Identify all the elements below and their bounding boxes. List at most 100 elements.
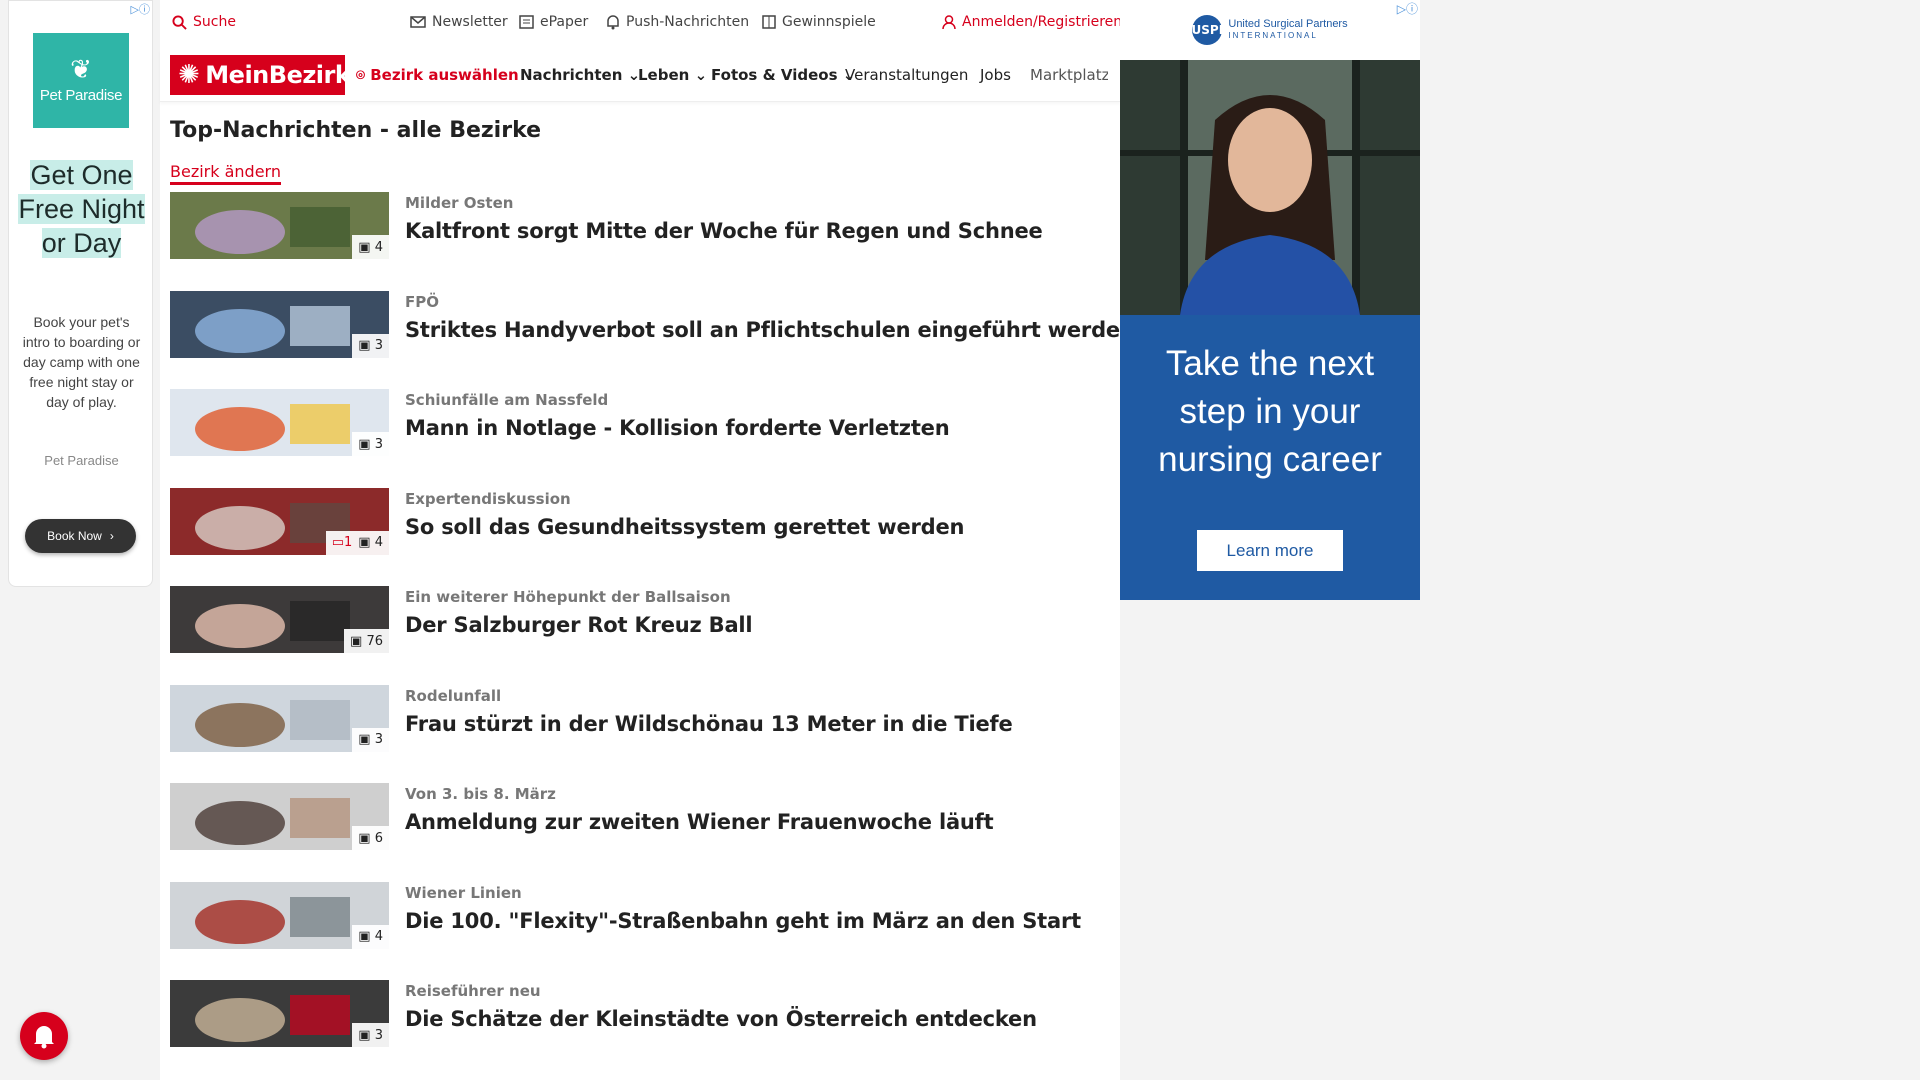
image-count: ▣ 3 <box>358 436 383 452</box>
push-label: Push-Nachrichten <box>626 14 750 30</box>
epaper-link[interactable]: ePaper <box>519 14 588 30</box>
comment-icon: ▭ <box>331 535 344 550</box>
newsletter-link[interactable]: Newsletter <box>410 14 508 30</box>
article-title[interactable]: Die 100. "Flexity"-Straßenbahn geht im M… <box>405 909 1081 933</box>
notification-bell-button[interactable] <box>20 1012 68 1060</box>
book-now-button[interactable]: Book Now › <box>25 519 136 553</box>
article-item[interactable]: ▣ 3 Schiunfälle am Nassfeld Mann in Notl… <box>170 389 1110 457</box>
book-now-label: Book Now <box>47 529 102 543</box>
media-count-badge: ▣ 4 <box>352 924 389 949</box>
bell-icon <box>34 1026 54 1049</box>
article-thumbnail[interactable]: ▣ 3 <box>170 980 389 1047</box>
article-thumbnail[interactable]: ▣ 6 <box>170 783 389 850</box>
article-category: Rodelunfall <box>405 686 502 705</box>
bell-icon <box>607 14 619 29</box>
media-count-badge: ▣ 76 <box>344 629 389 653</box>
gallery-icon: ▣ <box>358 436 371 452</box>
right-ad-banner[interactable]: USPI United Surgical Partners INTERNATIO… <box>1120 0 1420 600</box>
article-thumbnail[interactable]: ▣ 76 <box>170 586 389 653</box>
epaper-label: ePaper <box>540 14 589 30</box>
article-item[interactable]: ▣ 3 FPÖ Striktes Handyverbot soll an Pfl… <box>170 290 1135 359</box>
utility-bar: Suche Newsletter ePaper Push-Nachrichten… <box>160 0 1122 46</box>
article-category: Schiunfälle am Nassfeld <box>405 391 609 409</box>
gallery-icon: ▣ <box>358 830 371 846</box>
search-link[interactable]: Suche <box>172 14 236 30</box>
sun-icon: ✺ <box>178 60 200 90</box>
image-count: ▣ 76 <box>350 633 383 649</box>
chevron-right-icon: › <box>109 529 114 543</box>
gallery-icon: ▣ <box>358 929 371 944</box>
main-column: Suche Newsletter ePaper Push-Nachrichten… <box>160 0 1135 1080</box>
login-label: Anmelden/Registrieren <box>962 14 1123 30</box>
article-item[interactable]: ▣ 4 Wiener Linien Die 100. "Flexity"-Str… <box>170 881 1110 950</box>
media-count-badge: ▣ 6 <box>352 826 389 850</box>
article-item[interactable]: ▣ 3 Rodelunfall Frau stürzt in der Wilds… <box>170 684 1110 753</box>
image-count: ▣ 3 <box>358 338 383 353</box>
article-title[interactable]: Anmeldung zur zweiten Wiener Frauenwoche… <box>405 810 994 834</box>
article-category: Expertendiskussion <box>405 489 571 508</box>
article-thumbnail[interactable]: ▣ 3 <box>170 389 389 456</box>
district-select[interactable]: ⌾ Bezirk auswählen <box>356 66 519 84</box>
gallery-icon: ▣ <box>358 732 371 747</box>
article-item[interactable]: ▣ 6 Von 3. bis 8. März Anmeldung zur zwe… <box>170 783 1110 851</box>
gallery-icon: ▣ <box>358 1027 371 1043</box>
nav-item-marktplatz[interactable]: Marktplatz <box>1030 66 1108 84</box>
article-thumbnail[interactable]: ▣ 3 <box>170 684 389 752</box>
uspi-logo: USPI United Surgical Partners INTERNATIO… <box>1120 0 1420 60</box>
article-item[interactable]: ▣ 76 Ein weiterer Höhepunkt der Ballsais… <box>170 586 1110 654</box>
left-ad-banner[interactable]: ▷ⓘ ❦ Pet Paradise Get One Free Night or … <box>8 0 153 587</box>
gallery-icon: ▣ <box>358 535 371 550</box>
media-count-badge: ▭1 ▣ 4 <box>325 530 389 555</box>
media-count-badge: ▣ 3 <box>352 727 389 752</box>
article-title[interactable]: Frau stürzt in der Wildschönau 13 Meter … <box>405 712 1013 736</box>
media-count-badge: ▣ 4 <box>352 235 389 259</box>
image-count: ▣ 4 <box>358 929 383 944</box>
nav-item-nachrichten[interactable]: Nachrichten ⌄ <box>520 66 640 84</box>
meinbezirk-logo[interactable]: ✺ MeinBezirk <box>170 55 351 95</box>
change-district-link[interactable]: Bezirk ändern <box>170 162 281 185</box>
user-icon <box>942 14 956 29</box>
ad-brand: Pet Paradise <box>39 87 123 104</box>
nav-item-jobs[interactable]: Jobs <box>980 66 1011 84</box>
article-title[interactable]: Der Salzburger Rot Kreuz Ball <box>405 613 753 637</box>
article-thumbnail[interactable]: ▭1 ▣ 4 <box>170 487 389 555</box>
article-thumbnail[interactable]: ▣ 4 <box>170 881 389 949</box>
uspi-brand-line1: United Surgical Partners <box>1228 18 1348 30</box>
article-item[interactable]: ▭1 ▣ 4 Expertendiskussion So soll das Ges… <box>170 487 1110 556</box>
adchoices-icon[interactable]: ▷ⓘ <box>1397 0 1418 17</box>
games-link[interactable]: Gewinnspiele <box>762 14 876 30</box>
uspi-mark: USPI <box>1192 15 1223 45</box>
ad-tagline: Take the next step in your nursing caree… <box>1158 344 1382 479</box>
article-title[interactable]: So soll das Gesundheitssystem gerettet w… <box>405 515 964 539</box>
article-item[interactable]: ▣ 4 Milder Osten Kaltfront sorgt Mitte d… <box>170 192 1110 260</box>
nav-item-fotos-videos[interactable]: Fotos & Videos ⌄ <box>711 66 855 84</box>
paw-icon: ❦ <box>70 55 92 85</box>
article-title[interactable]: Kaltfront sorgt Mitte der Woche für Rege… <box>405 219 1043 243</box>
article-title[interactable]: Striktes Handyverbot soll an Pflichtschu… <box>405 318 1135 342</box>
article-category: Ein weiterer Höhepunkt der Ballsaison <box>405 588 731 606</box>
nav-item-leben[interactable]: Leben ⌄ <box>638 66 707 84</box>
adchoices-icon[interactable]: ▷ⓘ <box>131 1 150 17</box>
nav-item-veranstaltungen[interactable]: Veranstaltungen <box>845 66 968 84</box>
games-label: Gewinnspiele <box>782 14 876 30</box>
search-icon <box>172 14 187 30</box>
article-thumbnail[interactable]: ▣ 3 <box>170 290 389 358</box>
article-title[interactable]: Mann in Notlage - Kollision forderte Ver… <box>405 416 950 440</box>
media-count-badge: ▣ 3 <box>352 432 389 456</box>
article-thumbnail[interactable]: ▣ 4 <box>170 192 389 259</box>
article-category: Wiener Linien <box>405 883 522 902</box>
article-category: Reiseführer neu <box>405 982 541 1000</box>
learn-more-button[interactable]: Learn more <box>1197 530 1343 571</box>
gallery-icon: ▣ <box>358 338 371 353</box>
image-count: ▣ 6 <box>358 830 383 846</box>
ad-body-text: Book your pet's intro to boarding or day… <box>22 314 141 410</box>
location-pin-icon: ⌾ <box>356 66 366 84</box>
comment-count: ▭1 <box>331 535 353 550</box>
article-category: Von 3. bis 8. März <box>405 785 556 803</box>
mail-icon <box>410 16 426 28</box>
article-title[interactable]: Die Schätze der Kleinstädte von Österrei… <box>405 1007 1037 1031</box>
article-item[interactable]: ▣ 3 Reiseführer neu Die Schätze der Klei… <box>170 980 1110 1048</box>
district-label: Bezirk auswählen <box>370 66 519 84</box>
push-notifications-link[interactable]: Push-Nachrichten <box>606 14 749 30</box>
login-link[interactable]: Anmelden/Registrieren <box>942 14 1122 30</box>
